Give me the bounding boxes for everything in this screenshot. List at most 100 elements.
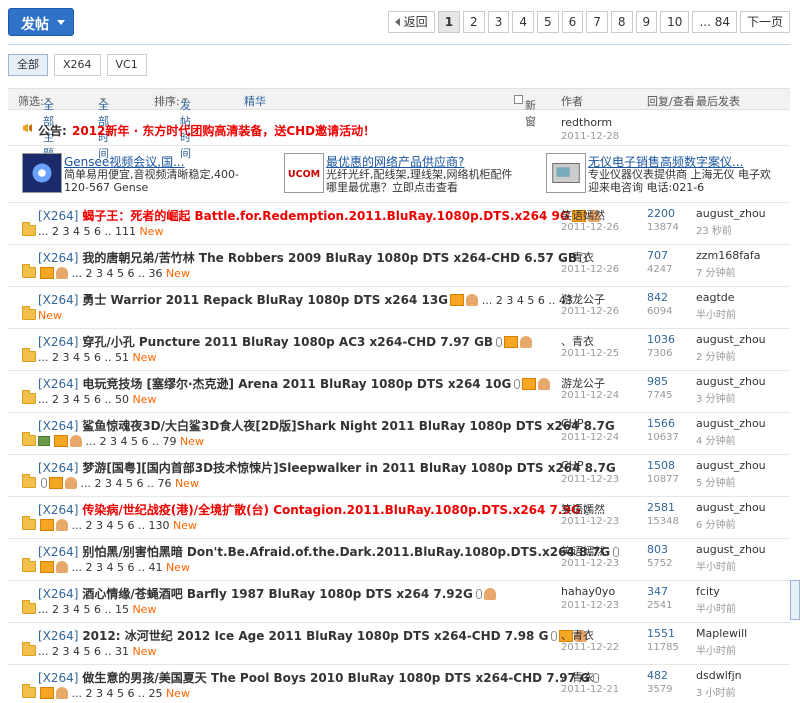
- last-post-time[interactable]: 2 分钟前: [696, 348, 736, 363]
- thread-title[interactable]: 电玩竞技场 [塞缪尔·杰克逊] Arena 2011 BluRay 1080p …: [82, 377, 511, 391]
- last-page-button[interactable]: ... 84: [692, 11, 737, 33]
- last-poster[interactable]: august_zhou: [696, 207, 766, 220]
- thread-author[interactable]: 笑语嫣然: [561, 501, 605, 517]
- last-post-time[interactable]: 半小时前: [696, 558, 736, 573]
- reply-count[interactable]: 803: [647, 543, 668, 556]
- thread-title[interactable]: 梦游[国粤][国内首部3D技术惊悚片]Sleepwalker in 2011 B…: [82, 461, 615, 475]
- thread-title[interactable]: 传染病/世纪战疫(港)/全境扩散(台) Contagion.2011.BluRa…: [82, 503, 580, 517]
- tab-x264[interactable]: X264: [54, 54, 101, 76]
- page-button[interactable]: 6: [561, 11, 584, 33]
- last-post-time[interactable]: 6 分钟前: [696, 516, 736, 531]
- reply-count[interactable]: 347: [647, 585, 668, 598]
- checkbox[interactable]: [514, 95, 523, 104]
- reply-count[interactable]: 482: [647, 669, 668, 682]
- last-post-time[interactable]: 7 分钟前: [696, 264, 736, 279]
- thread-title[interactable]: 做生意的男孩/美国夏天 The Pool Boys 2010 BluRay 10…: [82, 671, 590, 685]
- page-button[interactable]: 8: [610, 11, 633, 33]
- thread-title[interactable]: 鲨鱼惊魂夜3D/大白鲨3D食人夜[2D版]Shark Night 2011 Bl…: [82, 419, 614, 433]
- ad-gensee[interactable]: Gensee视频会议,国... 简单易用便宜,音视频清晰稳定,400-120-5…: [8, 153, 258, 197]
- thread-author[interactable]: CHP: [561, 417, 584, 430]
- thread-pages[interactable]: ... 2 3 4 5 6 .. 50: [38, 393, 129, 406]
- thread-author[interactable]: hahay0yo: [561, 585, 615, 598]
- thread-pages[interactable]: ... 2 3 4 5 6 .. 79: [86, 435, 177, 448]
- last-poster[interactable]: august_zhou: [696, 543, 766, 556]
- page-button[interactable]: 10: [660, 11, 690, 33]
- reply-count[interactable]: 1566: [647, 417, 675, 430]
- thread-category[interactable]: [X264]: [38, 209, 79, 223]
- last-post-time[interactable]: 3 小时前: [696, 684, 736, 699]
- reply-count[interactable]: 842: [647, 291, 668, 304]
- thread-category[interactable]: [X264]: [38, 293, 79, 307]
- last-post-time[interactable]: 半小时前: [696, 306, 736, 321]
- last-poster[interactable]: august_zhou: [696, 333, 766, 346]
- thread-author[interactable]: 笑语嫣然: [561, 207, 605, 223]
- page-button[interactable]: 1: [437, 11, 461, 33]
- thread-pages[interactable]: ... 2 3 4 5 6 .. 43: [482, 294, 573, 307]
- last-poster[interactable]: fcity: [696, 585, 720, 598]
- reply-count[interactable]: 1508: [647, 459, 675, 472]
- thread-author[interactable]: 、青衣: [561, 627, 594, 643]
- last-poster[interactable]: eagtde: [696, 291, 735, 304]
- thread-category[interactable]: [X264]: [38, 335, 79, 349]
- thread-pages[interactable]: ... 2 3 4 5 6 .. 41: [72, 561, 163, 574]
- back-button[interactable]: 返回: [387, 11, 435, 33]
- thread-author[interactable]: 游龙公子: [561, 291, 605, 307]
- thread-title[interactable]: 穿孔/小孔 Puncture 2011 BluRay 1080p AC3 x26…: [82, 335, 493, 349]
- thread-pages[interactable]: ... 2 3 4 5 6 .. 36: [72, 267, 163, 280]
- sort-dropdown[interactable]: 发帖时间: [180, 93, 191, 160]
- thread-category[interactable]: [X264]: [38, 545, 79, 559]
- reply-count[interactable]: 2200: [647, 207, 675, 220]
- last-post-time[interactable]: 半小时前: [696, 642, 736, 657]
- thread-pages[interactable]: ... 2 3 4 5 6 .. 51: [38, 351, 129, 364]
- thread-category[interactable]: [X264]: [38, 503, 79, 517]
- last-post-time[interactable]: 4 分钟前: [696, 432, 736, 447]
- thread-category[interactable]: [X264]: [38, 587, 79, 601]
- thread-author[interactable]: 、青衣: [561, 669, 594, 685]
- last-post-time[interactable]: 23 秒前: [696, 222, 732, 237]
- thread-category[interactable]: [X264]: [38, 671, 79, 685]
- digest-filter[interactable]: 精华: [244, 93, 266, 109]
- thread-pages[interactable]: ... 2 3 4 5 6 .. 76: [81, 477, 172, 490]
- page-button[interactable]: 5: [536, 11, 559, 33]
- thread-pages[interactable]: ... 2 3 4 5 6 .. 130: [72, 519, 170, 532]
- thread-pages[interactable]: ... 2 3 4 5 6 .. 31: [38, 645, 129, 658]
- thread-pages[interactable]: ... 2 3 4 5 6 .. 25: [72, 687, 163, 700]
- thread-category[interactable]: [X264]: [38, 629, 79, 643]
- announcement-author[interactable]: redthorm: [561, 116, 612, 129]
- page-button[interactable]: 7: [586, 11, 608, 33]
- ad-instrument[interactable]: 无仪电子销售高频数字案仪... 专业仪器仪表提供商 上海无仪 电子欢迎来电咨询 …: [532, 153, 782, 197]
- announcement-link[interactable]: 2012新年 · 东方时代团购高清装备，送CHD邀请活动！: [72, 122, 375, 139]
- thread-title[interactable]: 别怕黑/别害怕黑暗 Don't.Be.Afraid.of.the.Dark.20…: [82, 545, 610, 559]
- post-button[interactable]: 发帖: [8, 8, 74, 36]
- filter-all-topics[interactable]: 全部主题: [43, 93, 54, 160]
- thread-category[interactable]: [X264]: [38, 251, 79, 265]
- last-poster[interactable]: august_zhou: [696, 459, 766, 472]
- last-poster[interactable]: august_zhou: [696, 375, 766, 388]
- filter-all-time[interactable]: 全部时间: [98, 93, 109, 160]
- reply-count[interactable]: 1036: [647, 333, 675, 346]
- reply-count[interactable]: 707: [647, 249, 668, 262]
- page-button[interactable]: 9: [635, 11, 658, 33]
- last-poster[interactable]: dsdwlfjn: [696, 669, 742, 682]
- thread-author[interactable]: 、青衣: [561, 249, 594, 265]
- thread-author[interactable]: 游龙公子: [561, 375, 605, 391]
- thread-title[interactable]: 勇士 Warrior 2011 Repack BluRay 1080p DTS …: [82, 293, 448, 307]
- last-post-time[interactable]: 半小时前: [696, 600, 736, 615]
- tab-vc1[interactable]: VC1: [106, 54, 147, 76]
- page-button[interactable]: 4: [512, 11, 534, 33]
- reply-count[interactable]: 2581: [647, 501, 675, 514]
- thread-title[interactable]: 蝎子王：死者的崛起 Battle.for.Redemption.2011.Blu…: [82, 209, 569, 223]
- side-feedback-tab[interactable]: [790, 580, 800, 620]
- reply-count[interactable]: 985: [647, 375, 668, 388]
- thread-category[interactable]: [X264]: [38, 419, 79, 433]
- thread-category[interactable]: [X264]: [38, 377, 79, 391]
- tab-all[interactable]: 全部: [8, 54, 48, 76]
- last-poster[interactable]: Maplewill: [696, 627, 747, 640]
- thread-author[interactable]: 笑语嫣然: [561, 543, 605, 559]
- thread-pages[interactable]: ... 2 3 4 5 6 .. 15: [38, 603, 129, 616]
- thread-pages[interactable]: ... 2 3 4 5 6 .. 111: [38, 225, 136, 238]
- new-window-toggle[interactable]: 新窗: [514, 93, 536, 128]
- thread-title[interactable]: 我的唐朝兄弟/苦竹林 The Robbers 2009 BluRay 1080p…: [82, 251, 577, 265]
- page-button[interactable]: 2: [463, 11, 485, 33]
- last-post-time[interactable]: 5 分钟前: [696, 474, 736, 489]
